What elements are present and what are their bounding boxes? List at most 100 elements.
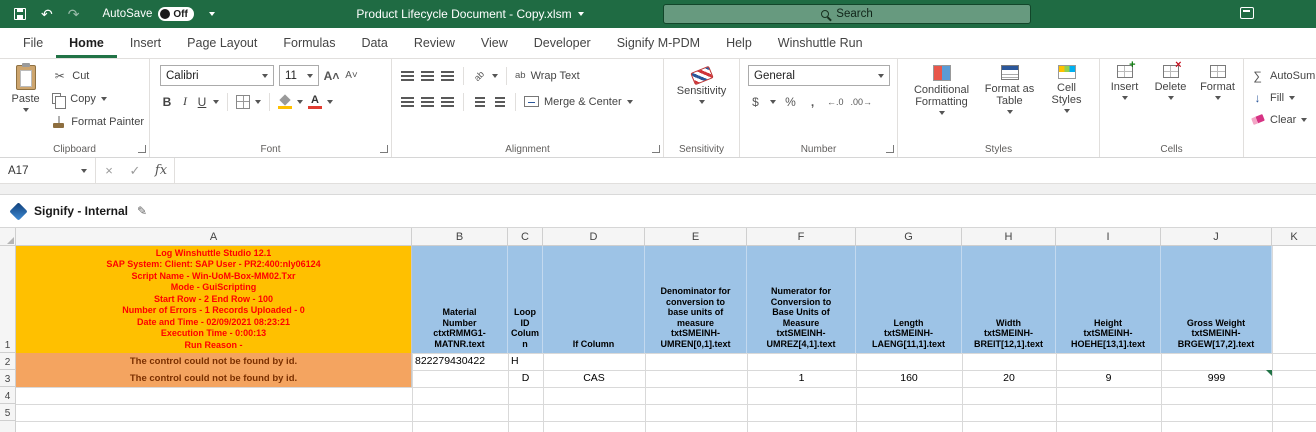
tab-winshuttle-run[interactable]: Winshuttle Run <box>765 28 876 58</box>
clipboard-dialog-launcher-icon[interactable] <box>138 145 146 153</box>
tab-data[interactable]: Data <box>348 28 400 58</box>
edit-sensitivity-icon[interactable]: ✎ <box>137 204 147 218</box>
alignment-dialog-launcher-icon[interactable] <box>652 145 660 153</box>
decrease-font-icon[interactable]: A˅ <box>344 68 359 83</box>
format-painter-button[interactable]: Format Painter <box>47 111 149 132</box>
borders-icon[interactable] <box>236 95 250 109</box>
column-header-d[interactable]: D <box>543 228 645 246</box>
tab-file[interactable]: File <box>10 28 56 58</box>
merge-center-button[interactable]: Merge & Center <box>544 96 622 108</box>
qat-customize-icon[interactable] <box>209 12 215 16</box>
bold-button[interactable]: B <box>160 95 174 109</box>
cell-h1[interactable]: Width txtSMEINH- BREIT[12,1].text <box>962 246 1056 353</box>
column-header-g[interactable]: G <box>856 228 962 246</box>
font-size-combo[interactable]: 11 <box>279 65 319 86</box>
tab-page-layout[interactable]: Page Layout <box>174 28 270 58</box>
number-dialog-launcher-icon[interactable] <box>886 145 894 153</box>
wrap-text-button[interactable]: Wrap Text <box>531 70 580 82</box>
underline-button[interactable]: U <box>196 95 208 109</box>
increase-font-icon[interactable]: A˄ <box>324 68 339 83</box>
column-header-c[interactable]: C <box>508 228 543 246</box>
italic-button[interactable]: I <box>179 94 191 109</box>
bottom-align-icon[interactable] <box>440 68 455 83</box>
accounting-format-icon[interactable]: $ <box>748 94 763 109</box>
cancel-icon[interactable]: × <box>96 158 122 183</box>
column-header-a[interactable]: A <box>16 228 412 246</box>
cell-i1[interactable]: Height txtSMEINH- HOEHE[13,1].text <box>1056 246 1161 353</box>
autosave-toggle[interactable]: AutoSave Off <box>102 7 193 21</box>
orientation-icon[interactable]: ab <box>472 68 487 83</box>
tab-help[interactable]: Help <box>713 28 765 58</box>
cell-i3[interactable]: 9 <box>1056 370 1161 387</box>
comma-style-icon[interactable]: , <box>805 94 820 109</box>
column-header-j[interactable]: J <box>1161 228 1272 246</box>
font-dialog-launcher-icon[interactable] <box>380 145 388 153</box>
ribbon-display-icon[interactable] <box>1240 7 1254 19</box>
row-header-5[interactable]: 5 <box>0 404 16 421</box>
column-header-h[interactable]: H <box>962 228 1056 246</box>
tab-developer[interactable]: Developer <box>521 28 604 58</box>
percent-style-icon[interactable]: % <box>783 94 798 109</box>
column-header-k[interactable]: K <box>1272 228 1316 246</box>
search-box[interactable]: Search <box>663 4 1031 24</box>
row-header-2[interactable]: 2 <box>0 353 16 370</box>
name-box[interactable]: A17 <box>0 158 96 183</box>
decrease-indent-icon[interactable] <box>472 94 487 109</box>
fill-button[interactable]: ↓ Fill <box>1250 87 1316 108</box>
cell-d3[interactable]: CAS <box>543 370 645 387</box>
cell-h3[interactable]: 20 <box>962 370 1056 387</box>
top-align-icon[interactable] <box>400 68 415 83</box>
tab-insert[interactable]: Insert <box>117 28 174 58</box>
cell-c3[interactable]: D <box>508 370 543 387</box>
row-header-3[interactable]: 3 <box>0 370 16 387</box>
clear-button[interactable]: Clear <box>1250 109 1316 130</box>
redo-icon[interactable]: ↷ <box>68 7 80 21</box>
font-family-combo[interactable]: Calibri <box>160 65 274 86</box>
autosum-button[interactable]: ∑ AutoSum <box>1250 65 1316 86</box>
tab-home[interactable]: Home <box>56 28 117 58</box>
accounting-caret-icon[interactable] <box>770 100 776 104</box>
align-right-icon[interactable] <box>440 94 455 109</box>
cell-c2[interactable]: H <box>508 353 543 370</box>
increase-indent-icon[interactable] <box>492 94 507 109</box>
fill-color-caret-icon[interactable] <box>297 100 303 104</box>
align-center-icon[interactable] <box>420 94 435 109</box>
number-format-combo[interactable]: General <box>748 65 890 86</box>
borders-caret-icon[interactable] <box>255 100 261 104</box>
row-header-4[interactable]: 4 <box>0 387 16 404</box>
cell-f3[interactable]: 1 <box>747 370 856 387</box>
underline-caret-icon[interactable] <box>213 100 219 104</box>
formula-input[interactable] <box>174 158 1316 183</box>
fill-color-icon[interactable] <box>278 95 292 109</box>
decrease-decimal-icon[interactable]: .00→ <box>851 97 873 107</box>
save-icon[interactable] <box>14 8 26 20</box>
cell-a2[interactable]: The control could not be found by id. <box>16 353 412 370</box>
row-header-1[interactable]: 1 <box>0 246 16 353</box>
column-header-e[interactable]: E <box>645 228 747 246</box>
copy-button[interactable]: Copy <box>47 88 149 109</box>
tab-signify-mpdm[interactable]: Signify M-PDM <box>604 28 713 58</box>
align-left-icon[interactable] <box>400 94 415 109</box>
cell-b2[interactable]: 822279430422 <box>412 353 508 370</box>
middle-align-icon[interactable] <box>420 68 435 83</box>
column-header-f[interactable]: F <box>747 228 856 246</box>
increase-decimal-icon[interactable]: ←.0 <box>827 97 844 107</box>
column-header-i[interactable]: I <box>1056 228 1161 246</box>
orientation-caret-icon[interactable] <box>492 74 498 78</box>
cell-g3[interactable]: 160 <box>856 370 962 387</box>
select-all-corner[interactable] <box>0 228 16 246</box>
cell-d1[interactable]: If Column <box>543 246 645 353</box>
merge-center-caret-icon[interactable] <box>627 100 633 104</box>
cell-e1[interactable]: Denominator for conversion to base units… <box>645 246 747 353</box>
cell-f1[interactable]: Numerator for Conversion to Base Units o… <box>747 246 856 353</box>
cell-c1[interactable]: Loop ID Colum n <box>508 246 543 353</box>
sensitivity-button[interactable]: Sensitivity <box>666 65 738 104</box>
column-header-b[interactable]: B <box>412 228 508 246</box>
tab-review[interactable]: Review <box>401 28 468 58</box>
tab-view[interactable]: View <box>468 28 521 58</box>
cut-button[interactable]: ✂ Cut <box>47 65 149 86</box>
cell-a1[interactable]: Log Winshuttle Studio 12.1 SAP System: C… <box>16 246 412 353</box>
font-color-caret-icon[interactable] <box>327 100 333 104</box>
tab-formulas[interactable]: Formulas <box>270 28 348 58</box>
font-color-icon[interactable]: A <box>308 95 322 109</box>
